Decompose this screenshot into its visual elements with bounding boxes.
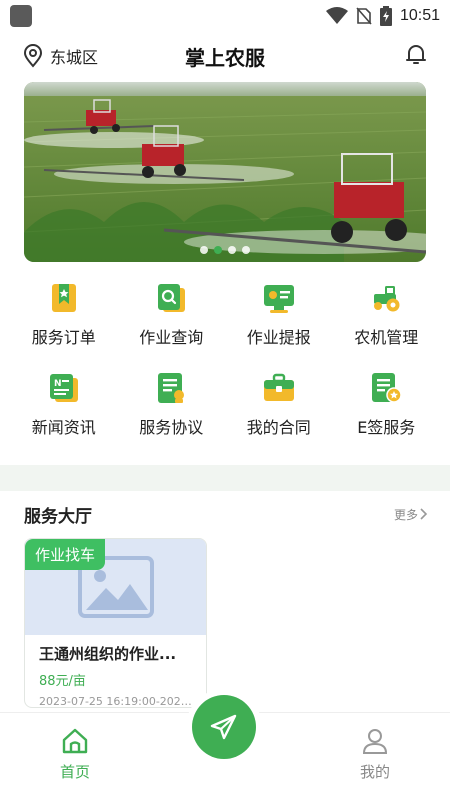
carousel-dot-active[interactable] [214, 246, 222, 254]
app-notification-icon [10, 5, 32, 27]
farm-tractor-banner-image [24, 82, 426, 262]
card-price: 88元/亩 [39, 674, 86, 689]
service-hall-header: 服务大厅 更多 [24, 500, 428, 528]
bottom-tab-bar: 首页 我的 [0, 695, 450, 800]
agreement-icon [158, 373, 185, 403]
more-label: 更多 [393, 507, 418, 522]
feature-label: 服务协议 [139, 418, 204, 437]
battery-icon [379, 6, 392, 26]
card-time: 2023-07-25 16:19:00-2023-0... [39, 695, 192, 708]
card-title: 王通州组织的作业... [39, 645, 177, 663]
carousel-dot[interactable] [242, 246, 250, 254]
feature-label: 作业提报 [246, 328, 311, 347]
e-sign-icon [372, 373, 402, 403]
section-title: 服务大厅 [24, 506, 92, 527]
feature-news[interactable]: N 新闻资讯 [10, 370, 118, 438]
home-icon [62, 728, 88, 754]
search-doc-icon [158, 284, 186, 312]
feature-label: 服务订单 [31, 328, 96, 347]
feature-my-contract[interactable]: 我的合同 [225, 370, 333, 438]
tab-home-label: 首页 [59, 763, 90, 781]
feature-label: 我的合同 [246, 418, 311, 437]
card-tag: 作业找车 [25, 539, 106, 570]
feature-label: 新闻资讯 [31, 418, 96, 437]
card-image-placeholder: 作业找车 [25, 539, 206, 635]
location-selector[interactable]: 东城区 [22, 44, 98, 68]
service-card[interactable]: 作业找车 王通州组织的作业... 88元/亩 2023-07-25 16:19:… [24, 538, 207, 708]
briefcase-icon [263, 373, 294, 401]
user-icon [362, 729, 388, 754]
paper-plane-icon [210, 714, 237, 740]
feature-label: 农机管理 [354, 328, 419, 347]
feature-label: E签服务 [357, 418, 416, 437]
publish-button[interactable] [192, 695, 256, 759]
location-text: 东城区 [50, 48, 99, 67]
report-board-icon [263, 285, 294, 313]
news-icon: N [49, 374, 78, 402]
location-pin-icon [23, 44, 43, 68]
feature-work-query[interactable]: 作业查询 [118, 280, 226, 348]
feature-machinery-management[interactable]: 农机管理 [333, 280, 441, 348]
status-bar: 10:51 [0, 0, 450, 32]
bookmark-order-icon [51, 284, 76, 312]
feature-work-report[interactable]: 作业提报 [225, 280, 333, 348]
bell-icon [406, 45, 426, 64]
tab-mine[interactable]: 我的 [335, 727, 415, 782]
feature-grid: 服务订单 作业查询 作业提报 农机管理 N 新闻资讯 服务协议 我的合同 E签服… [10, 280, 440, 438]
tractor-icon [374, 286, 400, 312]
carousel-dot[interactable] [228, 246, 236, 254]
tab-home[interactable]: 首页 [35, 727, 115, 782]
banner-carousel[interactable] [24, 82, 426, 262]
carousel-dots [24, 246, 426, 254]
tab-mine-label: 我的 [359, 763, 390, 781]
wifi-icon [325, 7, 348, 24]
chevron-right-icon [420, 508, 428, 520]
svg-text:N: N [54, 379, 62, 389]
feature-e-sign[interactable]: E签服务 [333, 370, 441, 438]
feature-service-agreement[interactable]: 服务协议 [118, 370, 226, 438]
more-link[interactable]: 更多 [394, 506, 428, 523]
feature-label: 作业查询 [139, 328, 204, 347]
feature-service-order[interactable]: 服务订单 [10, 280, 118, 348]
carousel-dot[interactable] [200, 246, 208, 254]
header: 东城区 掌上农服 [0, 36, 450, 76]
notification-button[interactable] [404, 42, 428, 70]
no-sim-icon [356, 7, 372, 25]
section-divider [0, 465, 450, 491]
status-time: 10:51 [399, 7, 440, 24]
